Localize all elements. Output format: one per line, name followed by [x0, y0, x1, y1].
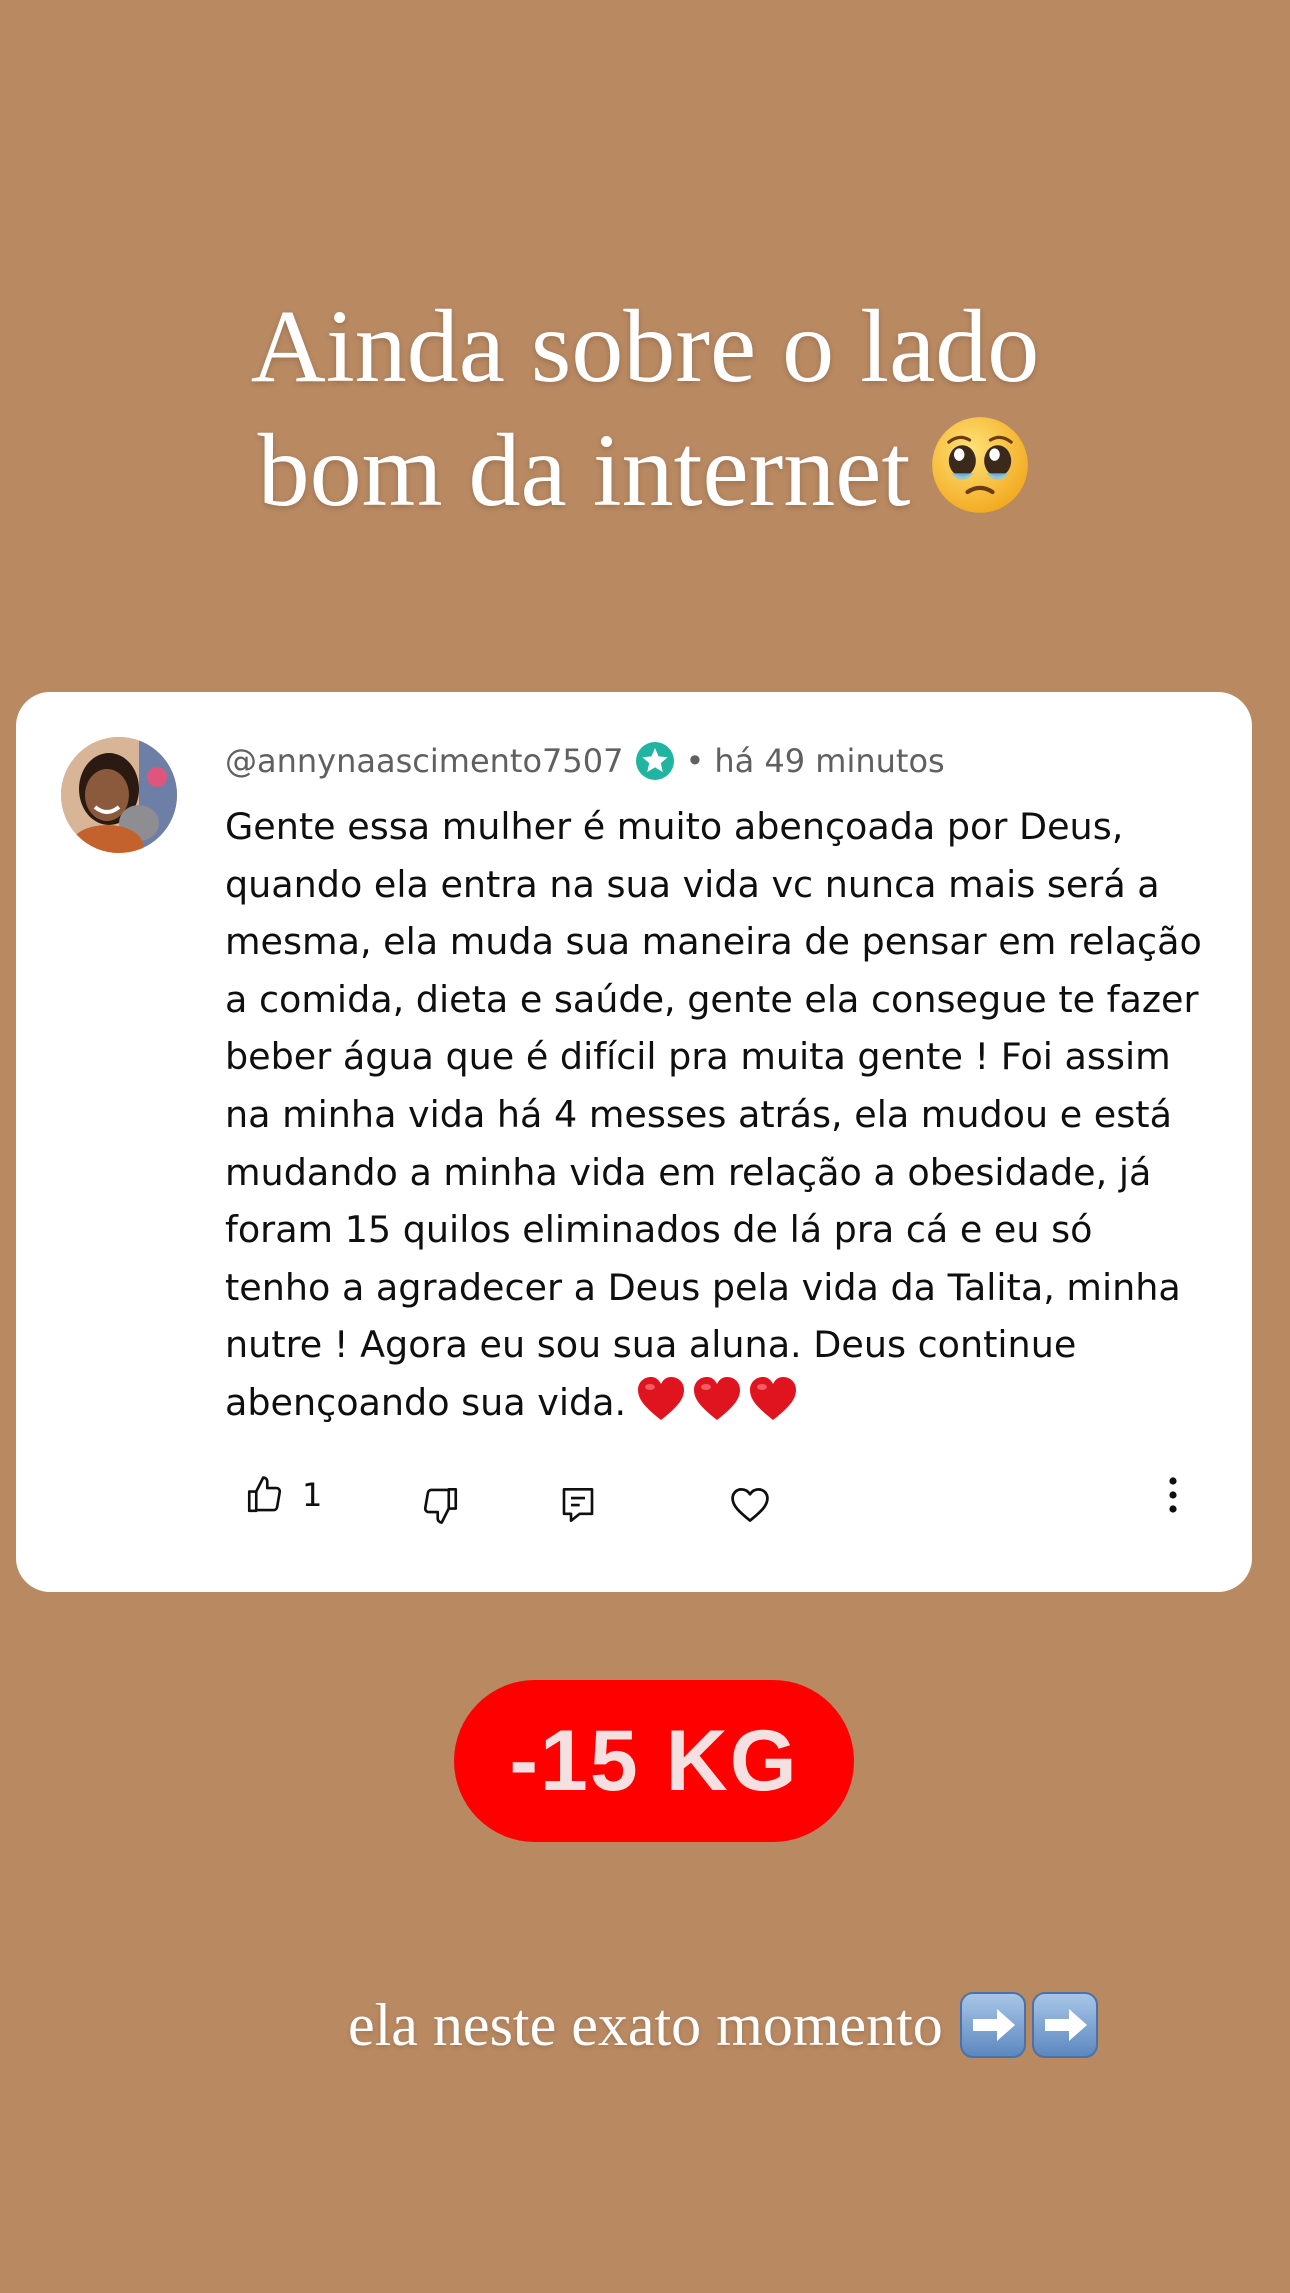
dislike-button[interactable] — [419, 1484, 461, 1526]
comment-line: mesma, ela muda sua maneira de pensar em… — [225, 920, 1202, 964]
comment-line: mudando a minha vida em relação a obesid… — [225, 1150, 1152, 1194]
more-vertical-icon — [1169, 1477, 1177, 1513]
meta-separator: • — [685, 742, 705, 780]
red-heart-emoji — [638, 1376, 685, 1420]
like-count: 1 — [302, 1476, 323, 1514]
arrow-emojis — [959, 1991, 1103, 2059]
red-heart-emoji — [750, 1376, 797, 1420]
story-caption: ela neste exato momento — [348, 1988, 1103, 2062]
headline-line-1: Ainda sobre o lado — [250, 289, 1040, 404]
right-arrow-emoji — [959, 1992, 1026, 2058]
comment-line: na minha vida há 4 messes atrás, ela mud… — [225, 1092, 1172, 1136]
comment-text: Gente essa mulher é muito abençoada por … — [225, 798, 1215, 1440]
caption-text: ela neste exato momento — [348, 1991, 943, 2058]
comment-line: Gente essa mulher é muito abençoada por … — [225, 805, 1124, 848]
thumbs-down-icon — [423, 1487, 458, 1524]
comment-line: abençoando sua vida. — [225, 1380, 627, 1424]
comment-card: @annynaascimento7507 • há 49 minutos Gen… — [16, 692, 1252, 1592]
comment-timestamp: há 49 minutos — [714, 742, 945, 780]
username-link[interactable]: @annynaascimento7507 — [225, 742, 623, 780]
reply-button[interactable] — [557, 1484, 599, 1526]
red-heart-emoji — [694, 1376, 741, 1420]
comment-line: nutre ! Agora eu sou sua aluna. Deus con… — [225, 1323, 1077, 1367]
badge-text: -15 KG — [509, 1712, 799, 1809]
right-arrow-emoji — [1031, 1992, 1098, 2058]
headline-line-2: bom da internet — [0, 409, 1290, 533]
headline-line-2-text: bom da internet — [257, 413, 911, 528]
hearts-group — [636, 1375, 804, 1440]
weight-loss-badge: -15 KG — [454, 1680, 854, 1842]
thumbs-up-icon — [247, 1476, 282, 1513]
reply-icon — [562, 1487, 594, 1523]
pleading-face-emoji — [932, 417, 1029, 513]
heart-icon — [731, 1488, 769, 1522]
avatar[interactable] — [61, 737, 177, 853]
star-verified-icon — [636, 742, 675, 780]
avatar-photo — [61, 737, 177, 853]
story-headline: Ainda sobre o lado bom da internet — [0, 285, 1290, 533]
more-options-button[interactable] — [1166, 1474, 1180, 1516]
heart-button[interactable] — [728, 1483, 772, 1527]
comment-line: foram 15 quilos eliminados de lá pra cá … — [225, 1208, 1093, 1252]
comment-line: a comida, dieta e saúde, gente ela conse… — [225, 977, 1199, 1021]
comment-meta: @annynaascimento7507 • há 49 minutos — [225, 738, 945, 784]
like-button[interactable]: 1 — [244, 1474, 322, 1516]
comment-line: beber água que é difícil pra muita gente… — [225, 1035, 1171, 1079]
comment-line: quando ela entra na sua vida vc nunca ma… — [225, 862, 1160, 906]
comment-line-last: abençoando sua vida. — [225, 1374, 1215, 1440]
comment-line: tenho a agradecer a Deus pela vida da Ta… — [225, 1265, 1181, 1309]
